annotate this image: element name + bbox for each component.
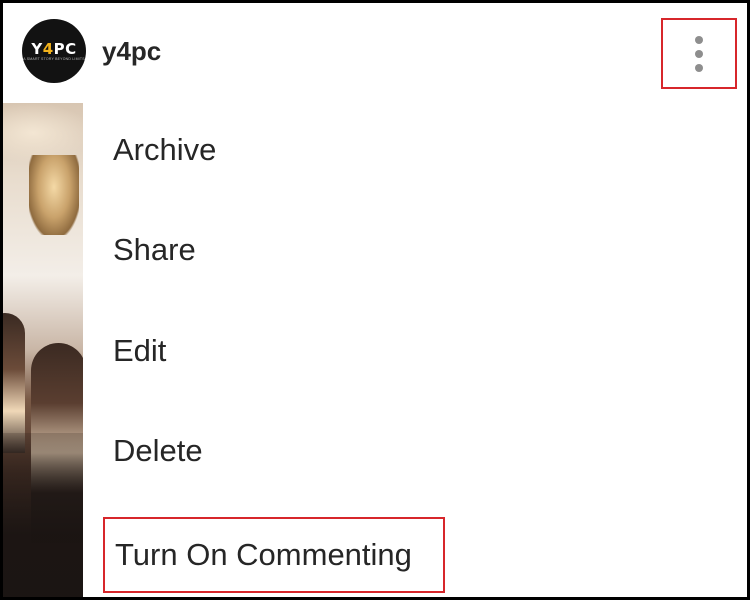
menu-item-label: Edit xyxy=(113,333,167,368)
photo-lamp xyxy=(29,155,79,235)
vertical-ellipsis-icon xyxy=(695,35,703,44)
menu-item-edit[interactable]: Edit xyxy=(83,304,747,404)
photo-shadow xyxy=(3,433,83,597)
avatar-logo: Y4PC xyxy=(31,39,77,58)
username[interactable]: y4pc xyxy=(102,34,161,68)
menu-item-turn-on-commenting[interactable]: Turn On Commenting xyxy=(103,517,445,593)
post-options-menu: Archive Share Edit Delete Turn On Commen… xyxy=(83,103,747,597)
menu-item-share[interactable]: Share xyxy=(83,203,747,303)
post-header: Y4PC A SMART STORY BEYOND LIMITS y4pc xyxy=(3,3,747,103)
menu-item-label: Share xyxy=(113,232,196,267)
photo-person xyxy=(3,313,25,453)
menu-item-label: Turn On Commenting xyxy=(115,537,412,572)
screenshot-frame: Y4PC A SMART STORY BEYOND LIMITS y4pc Ar… xyxy=(0,0,750,600)
menu-item-label: Delete xyxy=(113,433,203,468)
photo-light xyxy=(3,103,83,163)
post-photo xyxy=(3,103,83,597)
avatar-tagline: A SMART STORY BEYOND LIMITS xyxy=(23,56,85,61)
menu-item-archive[interactable]: Archive xyxy=(83,103,747,203)
avatar[interactable]: Y4PC A SMART STORY BEYOND LIMITS xyxy=(22,19,86,83)
menu-item-label: Archive xyxy=(113,132,217,167)
vertical-ellipsis-icon-dot xyxy=(695,49,703,58)
more-options-button[interactable] xyxy=(661,18,737,89)
menu-item-delete[interactable]: Delete xyxy=(83,404,747,504)
vertical-ellipsis-icon-dot xyxy=(695,63,703,72)
